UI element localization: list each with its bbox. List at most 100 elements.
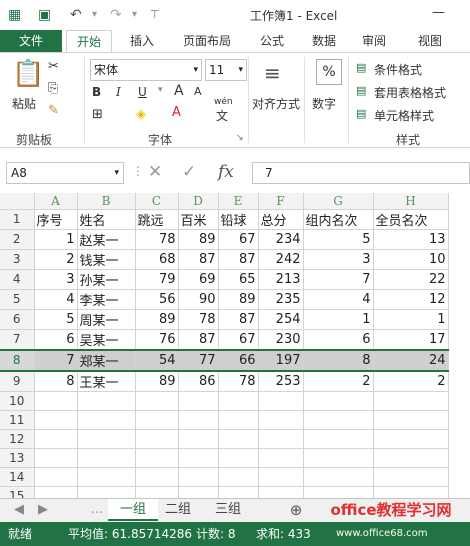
cell[interactable]: 213 (258, 269, 304, 290)
cell[interactable]: 87 (218, 309, 259, 330)
row-header[interactable]: 2 (0, 229, 35, 250)
undo-icon[interactable]: ↶ (70, 6, 82, 24)
column-header[interactable]: G (303, 193, 374, 210)
paste-button[interactable]: 粘贴 (12, 95, 36, 112)
customize-toolbar-icon[interactable]: ⊤ (150, 6, 160, 24)
cell[interactable]: 李某一 (77, 289, 136, 310)
cell[interactable]: 230 (258, 329, 304, 350)
row-header[interactable]: 14 (0, 467, 35, 487)
tab-formulas[interactable]: 公式 (252, 30, 292, 52)
cell[interactable]: 1 (373, 309, 449, 330)
cell[interactable] (135, 467, 179, 487)
tab-insert[interactable]: 插入 (120, 30, 164, 52)
cell[interactable]: 吴某一 (77, 329, 136, 350)
font-color-button[interactable]: A (172, 105, 181, 120)
cell[interactable]: 王某一 (77, 370, 136, 392)
cell[interactable] (178, 410, 219, 430)
cell[interactable]: 百米 (178, 209, 219, 230)
cell[interactable] (34, 486, 78, 498)
cell[interactable] (34, 410, 78, 430)
sheet-tab-1[interactable]: 一组 (108, 499, 158, 521)
row-header[interactable]: 5 (0, 289, 35, 310)
cell[interactable] (218, 391, 259, 411)
tab-view[interactable]: 视图 (410, 30, 450, 52)
cell[interactable]: 全员名次 (373, 209, 449, 230)
cell[interactable]: 2 (373, 370, 449, 392)
cell[interactable] (373, 410, 449, 430)
tab-page-layout[interactable]: 页面布局 (172, 30, 242, 52)
cell[interactable] (77, 486, 136, 498)
tab-review[interactable]: 审阅 (354, 30, 394, 52)
row-header[interactable]: 4 (0, 269, 35, 290)
phonetic-guide-button[interactable]: 文 (216, 107, 228, 124)
cell[interactable]: 4 (303, 289, 374, 310)
conditional-format-button[interactable]: 条件格式 (374, 61, 422, 78)
cell[interactable]: 87 (218, 249, 259, 270)
cell[interactable]: 孙某一 (77, 269, 136, 290)
number-format-icon[interactable]: % (316, 59, 342, 85)
cell[interactable] (178, 429, 219, 449)
cell[interactable]: 8 (303, 349, 374, 371)
cell[interactable]: 90 (178, 289, 219, 310)
cell[interactable]: 7 (34, 349, 78, 371)
minimize-button[interactable]: — (432, 5, 445, 20)
cell[interactable]: 22 (373, 269, 449, 290)
cell[interactable]: 7 (303, 269, 374, 290)
column-header[interactable]: H (373, 193, 449, 210)
cell[interactable] (135, 429, 179, 449)
row-header[interactable]: 15 (0, 486, 35, 498)
cell[interactable]: 254 (258, 309, 304, 330)
cell[interactable] (303, 410, 374, 430)
cell[interactable]: 54 (135, 349, 179, 371)
cell[interactable] (77, 429, 136, 449)
cell[interactable]: 253 (258, 370, 304, 392)
cell[interactable] (178, 391, 219, 411)
cell[interactable]: 197 (258, 349, 304, 371)
underline-button[interactable]: U (138, 85, 147, 99)
cell[interactable] (34, 448, 78, 468)
cell[interactable]: 77 (178, 349, 219, 371)
italic-button[interactable]: I (116, 85, 121, 99)
cell[interactable]: 5 (303, 229, 374, 250)
cell[interactable] (258, 448, 304, 468)
cell[interactable] (178, 448, 219, 468)
cell[interactable]: 24 (373, 349, 449, 371)
cell[interactable]: 13 (373, 229, 449, 250)
alignment-icon[interactable]: ≡ (264, 61, 281, 85)
cell[interactable]: 5 (34, 309, 78, 330)
cell[interactable]: 65 (218, 269, 259, 290)
decrease-font-button[interactable]: A (194, 85, 202, 98)
borders-icon[interactable]: ⊞ (92, 107, 103, 122)
cell[interactable]: 79 (135, 269, 179, 290)
cell[interactable] (34, 429, 78, 449)
cell[interactable]: 89 (135, 370, 179, 392)
cell[interactable] (258, 467, 304, 487)
cell[interactable] (77, 448, 136, 468)
format-painter-icon[interactable]: ✎ (48, 103, 59, 118)
sheet-tab-2[interactable]: 二组 (158, 499, 198, 521)
name-box[interactable]: A8 ▾ (6, 162, 124, 184)
cell[interactable] (178, 467, 219, 487)
row-header[interactable]: 11 (0, 410, 35, 430)
row-header[interactable]: 9 (0, 370, 35, 392)
column-header[interactable]: D (178, 193, 219, 210)
scroll-right-icon[interactable]: ▶ (36, 499, 50, 521)
redo-dropdown-icon[interactable]: ▾ (132, 6, 137, 24)
cell[interactable] (135, 391, 179, 411)
cell[interactable] (178, 486, 219, 498)
format-as-table-button[interactable]: 套用表格格式 (374, 84, 446, 101)
enter-icon[interactable]: ✓ (182, 162, 196, 182)
cell[interactable] (218, 486, 259, 498)
cell[interactable] (373, 486, 449, 498)
cell[interactable]: 2 (34, 249, 78, 270)
cancel-icon[interactable]: ✕ (148, 162, 162, 182)
cell[interactable] (373, 429, 449, 449)
save-icon[interactable]: ▣ (38, 6, 51, 24)
formula-input[interactable]: 7 (252, 162, 470, 184)
cut-icon[interactable]: ✂ (48, 59, 59, 74)
cell[interactable]: 234 (258, 229, 304, 250)
bold-button[interactable]: B (92, 85, 101, 99)
cell[interactable]: 钱某一 (77, 249, 136, 270)
paste-icon[interactable]: 📋 (12, 59, 44, 89)
cell[interactable] (258, 410, 304, 430)
